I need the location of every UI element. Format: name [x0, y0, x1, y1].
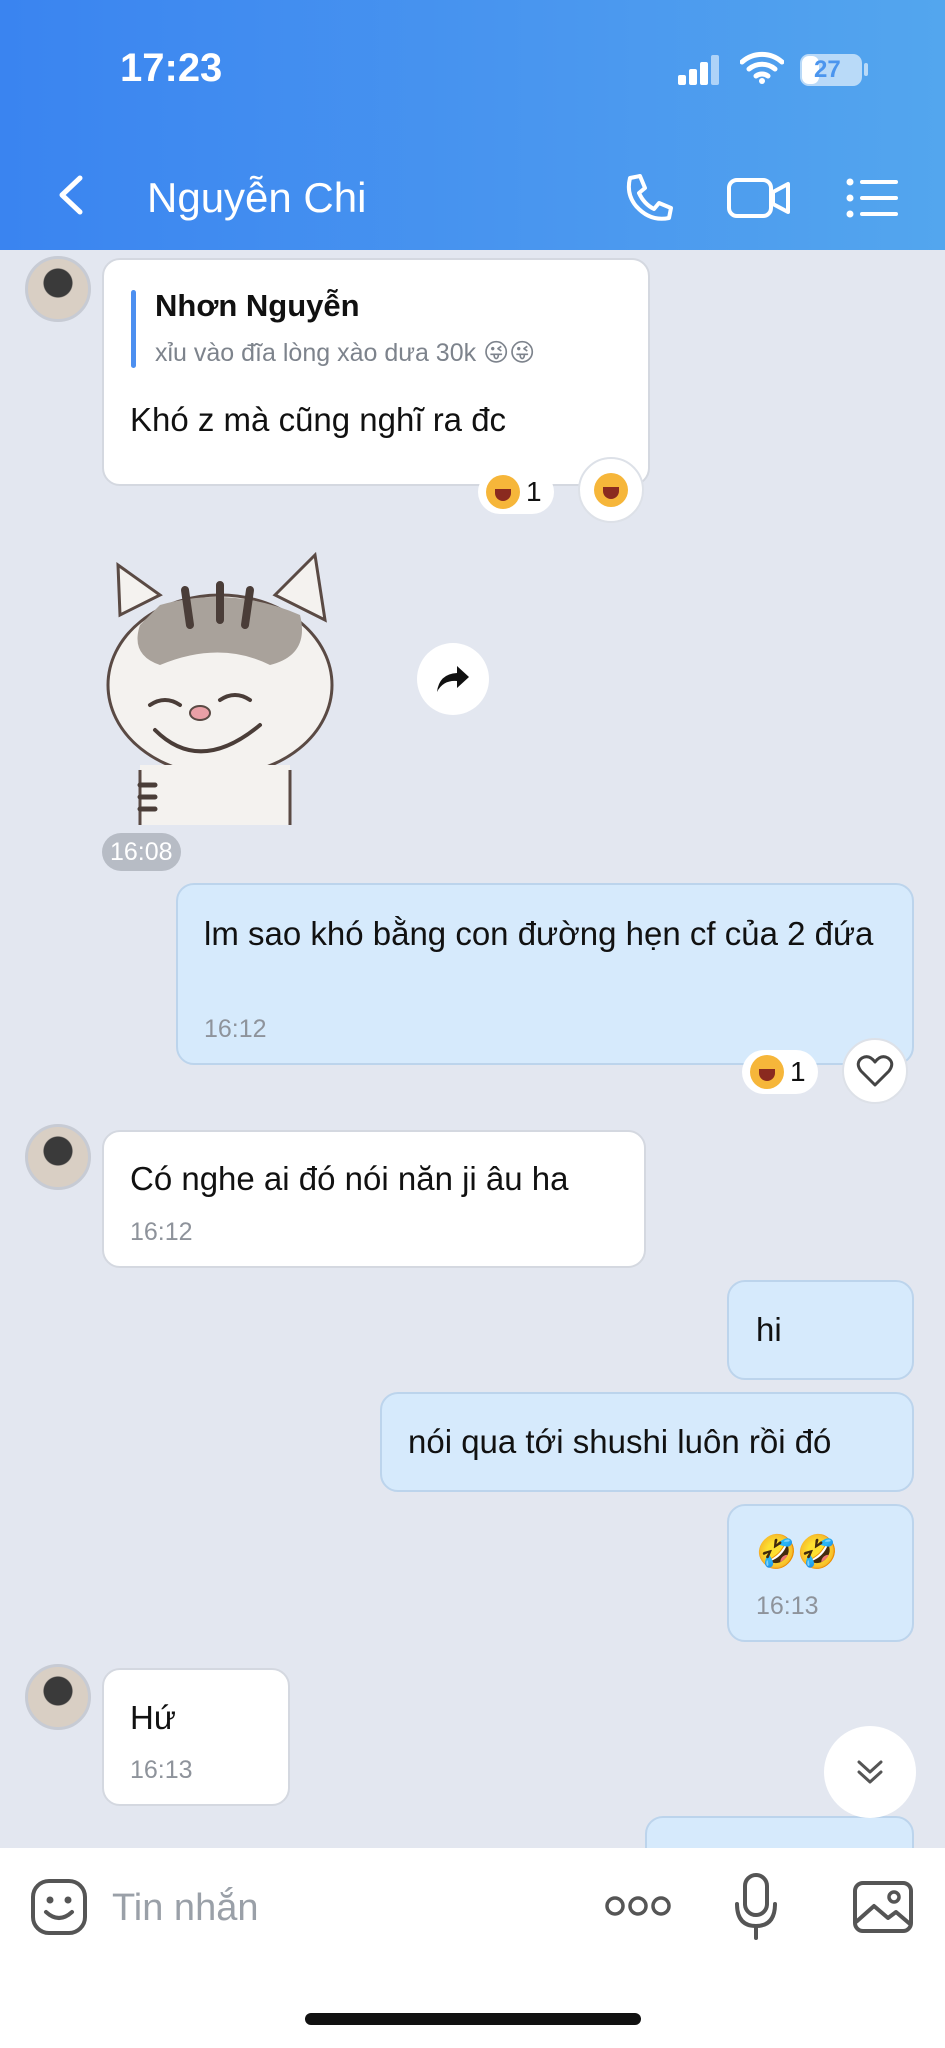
message-input[interactable] — [112, 1880, 572, 1936]
quote-author: Nhơn Nguyễn — [155, 288, 360, 323]
message-timestamp: 16:13 — [130, 1756, 193, 1784]
video-call-button[interactable] — [726, 172, 792, 224]
scroll-to-bottom-button[interactable] — [824, 1726, 916, 1818]
message-text: Hứ — [130, 1699, 176, 1736]
message-text: Khó z mà cũng nghĩ ra đc — [130, 401, 507, 438]
double-chevron-down-icon — [857, 1760, 883, 1784]
message-text: nói qua tới shushi luôn rồi đó — [408, 1423, 832, 1460]
battery-level: 27 — [814, 56, 841, 83]
wifi-icon — [740, 51, 784, 84]
reaction-summary[interactable]: 1 — [742, 1050, 818, 1094]
laughing-emoji-icon — [486, 475, 520, 509]
message-text: Có nghe ai đó nói năn ji âu ha — [130, 1160, 569, 1197]
battery-icon: 27 — [800, 54, 862, 86]
outgoing-message-bubble[interactable] — [176, 883, 914, 1065]
message-timestamp: 16:12 — [204, 1015, 267, 1043]
chat-header: 17:23 27 Nguyễn Chi — [0, 0, 945, 250]
quote-indicator — [131, 290, 136, 368]
contact-avatar[interactable] — [25, 1124, 91, 1190]
contact-name[interactable]: Nguyễn Chi — [147, 174, 366, 222]
reaction-count: 1 — [790, 1056, 806, 1087]
forward-arrow-icon — [437, 666, 469, 692]
more-options-button[interactable] — [604, 1892, 672, 1920]
quote-text: xỉu vào đĩa lòng xào dưa 30k 😜😜 — [155, 339, 536, 367]
signal-icon — [678, 55, 720, 85]
home-indicator — [305, 2013, 641, 2025]
message-timestamp: 16:12 — [130, 1218, 193, 1246]
cat-sticker[interactable] — [100, 545, 370, 825]
phone-call-button[interactable] — [620, 172, 676, 224]
contact-avatar[interactable] — [25, 1664, 91, 1730]
message-text: 🤣🤣 — [756, 1533, 839, 1570]
heart-icon — [856, 1055, 894, 1087]
reaction-summary[interactable]: 1 — [478, 470, 554, 514]
microphone-button[interactable] — [732, 1872, 780, 1942]
message-timestamp: 16:08 — [102, 833, 181, 871]
forward-button[interactable] — [417, 643, 489, 715]
reaction-count: 1 — [526, 476, 542, 507]
message-text: hi — [756, 1311, 782, 1348]
message-timestamp: 16:13 — [756, 1592, 819, 1620]
message-text: lm sao khó bằng con đường hẹn cf của 2 đ… — [204, 915, 874, 952]
contact-avatar[interactable] — [25, 256, 91, 322]
status-time: 17:23 — [120, 46, 223, 90]
menu-list-button[interactable] — [844, 174, 900, 222]
back-button[interactable] — [48, 170, 98, 220]
react-button[interactable] — [578, 457, 644, 523]
image-gallery-button[interactable] — [852, 1880, 914, 1934]
like-button[interactable] — [842, 1038, 908, 1104]
laughing-emoji-icon — [750, 1055, 784, 1089]
laughing-emoji-icon — [594, 473, 628, 507]
emoji-sticker-button[interactable] — [30, 1878, 88, 1936]
